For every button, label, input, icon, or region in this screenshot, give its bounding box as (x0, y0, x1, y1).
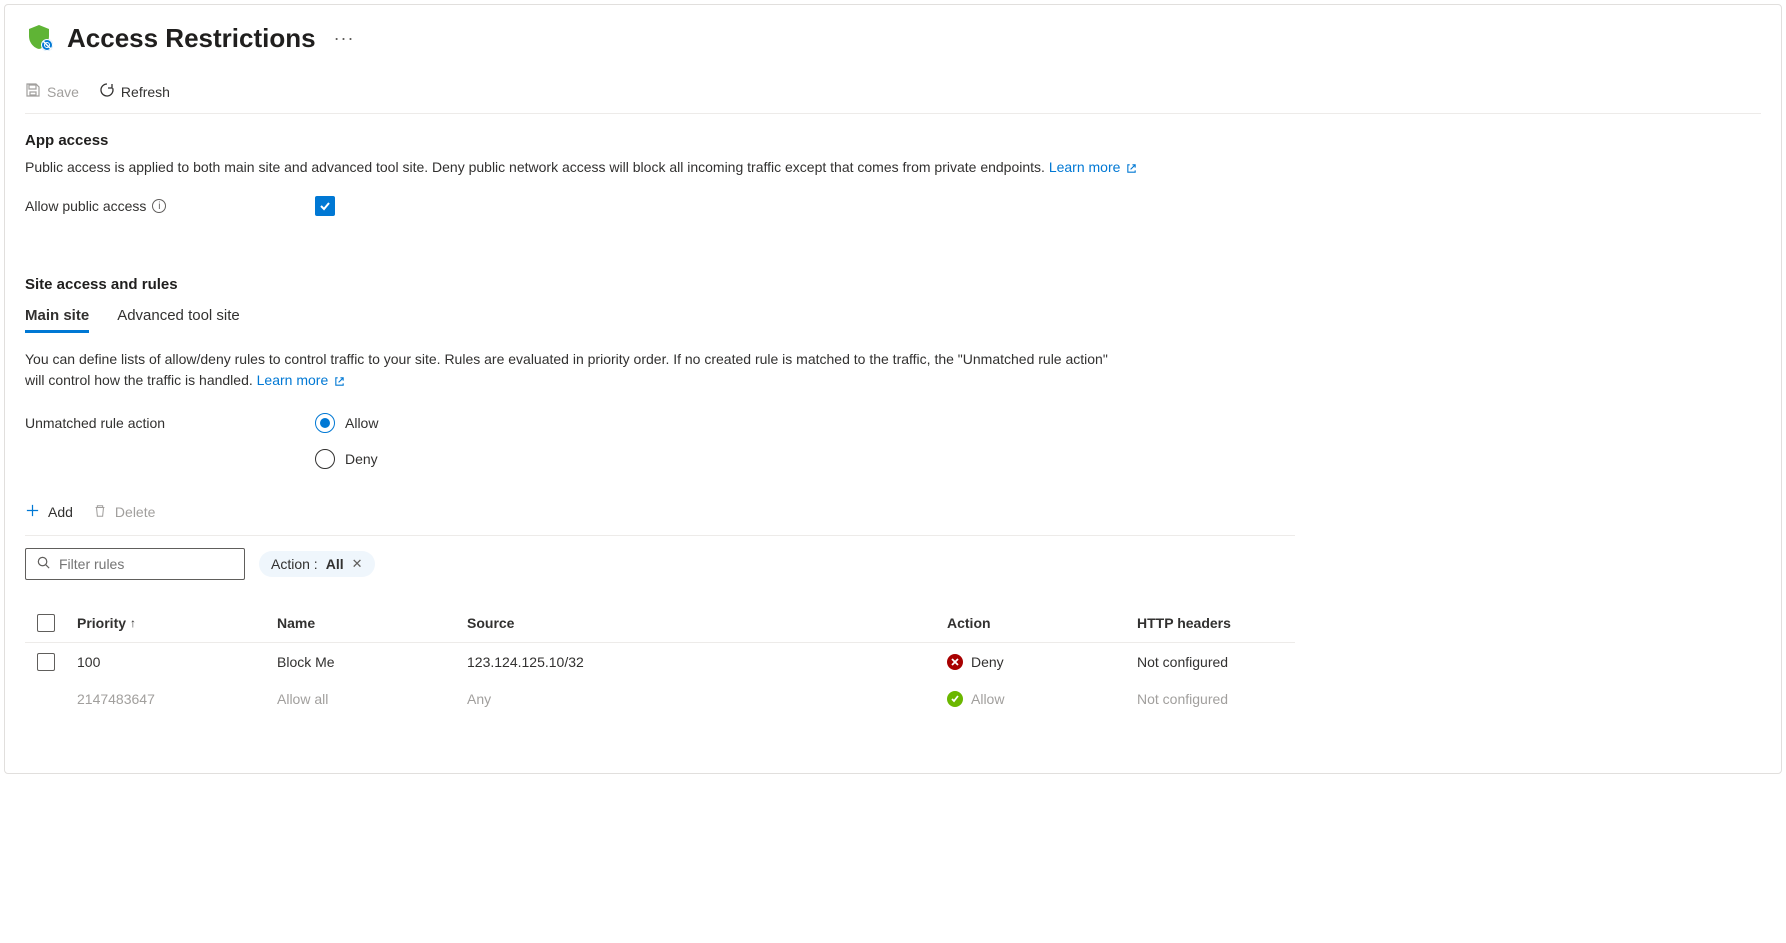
column-header-http-headers[interactable]: HTTP headers (1137, 615, 1317, 631)
app-access-description: Public access is applied to both main si… (25, 159, 1045, 175)
cell-priority: 100 (77, 654, 277, 670)
cell-http-headers: Not configured (1137, 691, 1317, 707)
cell-action: Deny (947, 654, 1137, 670)
radio-label-allow: Allow (345, 415, 378, 431)
column-header-action[interactable]: Action (947, 615, 1137, 631)
page-title: Access Restrictions (67, 23, 316, 54)
deny-status-icon (947, 654, 963, 670)
unmatched-action-deny-radio[interactable]: Deny (315, 449, 378, 469)
unmatched-rule-action-label: Unmatched rule action (25, 413, 315, 431)
trash-icon (93, 504, 109, 521)
filter-rules-input-wrapper[interactable] (25, 548, 245, 580)
save-icon (25, 82, 41, 101)
refresh-label: Refresh (121, 84, 170, 100)
radio-label-deny: Deny (345, 451, 378, 467)
tab-advanced-tool-site[interactable]: Advanced tool site (117, 301, 240, 332)
app-access-heading: App access (25, 132, 1761, 149)
site-access-heading: Site access and rules (25, 276, 1761, 293)
close-icon[interactable]: ✕ (352, 556, 363, 572)
more-actions-button[interactable]: ··· (330, 28, 359, 49)
pill-label: Action : (271, 556, 318, 572)
delete-label: Delete (115, 504, 155, 520)
external-link-icon (332, 372, 345, 388)
table-header-row: Priority ↑ Name Source Action HTTP heade… (25, 604, 1295, 643)
external-link-icon (1124, 159, 1137, 175)
cell-name: Block Me (277, 654, 467, 670)
add-label: Add (48, 504, 73, 520)
column-header-priority[interactable]: Priority ↑ (77, 615, 277, 631)
search-icon (36, 555, 51, 573)
allow-public-access-checkbox[interactable] (315, 196, 335, 216)
table-row[interactable]: 100Block Me123.124.125.10/32DenyNot conf… (25, 643, 1295, 681)
allow-public-access-label: Allow public access (25, 198, 146, 214)
tab-main-site[interactable]: Main site (25, 301, 89, 333)
shield-icon (25, 23, 53, 54)
row-checkbox[interactable] (37, 653, 55, 671)
column-header-source[interactable]: Source (467, 615, 947, 631)
filter-pill-action[interactable]: Action : All ✕ (259, 551, 375, 577)
add-rule-button[interactable]: Add (25, 503, 73, 521)
save-label: Save (47, 84, 79, 100)
refresh-icon (99, 82, 115, 101)
delete-rule-button[interactable]: Delete (93, 504, 155, 521)
unmatched-action-allow-radio[interactable]: Allow (315, 413, 378, 433)
pill-value: All (326, 556, 344, 572)
select-all-checkbox[interactable] (37, 614, 55, 632)
info-icon[interactable]: i (152, 199, 166, 213)
cell-name: Allow all (277, 691, 467, 707)
learn-more-link-site-access[interactable]: Learn more (257, 372, 345, 388)
filter-rules-input[interactable] (59, 556, 240, 572)
table-row[interactable]: 2147483647Allow allAnyAllowNot configure… (25, 681, 1295, 717)
cell-source: 123.124.125.10/32 (467, 654, 947, 670)
cell-action: Allow (947, 691, 1137, 707)
allow-status-icon (947, 691, 963, 707)
save-button[interactable]: Save (25, 82, 79, 101)
plus-icon (25, 503, 42, 521)
cell-priority: 2147483647 (77, 691, 277, 707)
column-header-name[interactable]: Name (277, 615, 467, 631)
cell-source: Any (467, 691, 947, 707)
refresh-button[interactable]: Refresh (99, 82, 170, 101)
site-access-description: You can define lists of allow/deny rules… (25, 351, 1108, 388)
sort-ascending-icon: ↑ (130, 616, 136, 630)
learn-more-link-app-access[interactable]: Learn more (1049, 159, 1137, 175)
check-icon (318, 199, 332, 213)
cell-http-headers: Not configured (1137, 654, 1317, 670)
